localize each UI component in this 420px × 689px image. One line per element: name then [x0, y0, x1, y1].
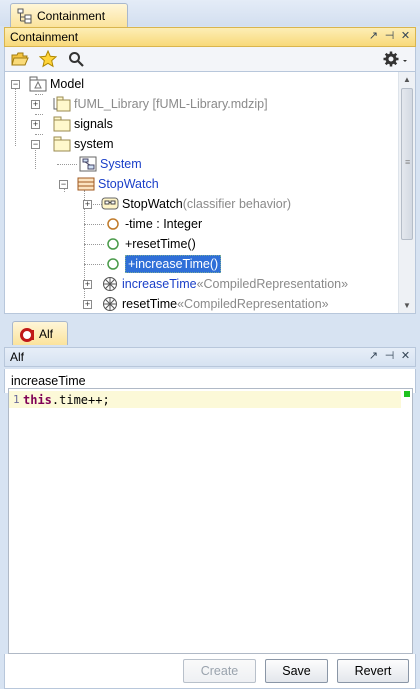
activity-icon: [101, 296, 119, 312]
grip-icon: ≡: [405, 157, 411, 167]
tree-item-stopwatch-behavior[interactable]: StopWatch (classifier behavior): [101, 194, 291, 214]
scroll-up-icon[interactable]: ▲: [403, 75, 411, 84]
collapse-toggle[interactable]: −: [11, 80, 20, 89]
close-icon[interactable]: ✕: [400, 349, 411, 363]
pin-icon[interactable]: ⊣: [384, 29, 395, 43]
close-icon[interactable]: ✕: [400, 29, 411, 43]
float-icon[interactable]: ↗: [368, 349, 379, 363]
tree-item-system[interactable]: system: [53, 134, 114, 154]
tree-item-signals[interactable]: signals: [53, 114, 113, 134]
tree-item-model[interactable]: Model: [29, 74, 84, 94]
tree-item-reset-time-activity[interactable]: resetTime «CompiledRepresentation»: [101, 294, 329, 313]
containment-toolbar: [4, 47, 416, 71]
activity-icon: [101, 276, 119, 292]
containment-panel-title-text: Containment: [10, 30, 79, 44]
revert-button[interactable]: Revert: [337, 659, 409, 683]
library-folder-icon: [53, 96, 71, 112]
tree-item-stopwatch-class[interactable]: StopWatch: [77, 174, 159, 194]
scroll-down-icon[interactable]: ▼: [403, 301, 411, 310]
create-button[interactable]: Create: [183, 659, 256, 683]
search-icon: [69, 52, 84, 67]
code-text: .time++;: [51, 392, 110, 407]
tree-item-system-diagram[interactable]: System: [79, 154, 142, 174]
collapse-toggle[interactable]: −: [31, 140, 40, 149]
alf-button-bar: Create Save Revert: [4, 654, 416, 689]
gear-icon: [383, 51, 407, 67]
public-operation-icon: [104, 256, 122, 272]
tree-item-increase-time-activity[interactable]: increaseTime «CompiledRepresentation»: [101, 274, 348, 294]
favorites-button[interactable]: [37, 49, 59, 69]
open-folder-icon: [11, 52, 29, 66]
search-button[interactable]: [65, 49, 87, 69]
alf-code-editor[interactable]: 1 this .time++;: [8, 388, 413, 654]
folder-icon: [53, 136, 71, 152]
alf-element-name: increaseTime: [11, 374, 86, 388]
options-button[interactable]: [383, 49, 409, 69]
public-operation-icon: [104, 236, 122, 252]
status-marker: [404, 391, 410, 397]
expand-toggle[interactable]: +: [83, 280, 92, 289]
tab-containment[interactable]: Containment: [10, 3, 128, 27]
class-icon: [77, 176, 95, 192]
containment-tree[interactable]: − Model + fUML_Library [fUML-Library.mdz…: [4, 71, 416, 314]
save-button[interactable]: Save: [265, 659, 328, 683]
alf-panel-title: Alf ↗ ⊣ ✕: [4, 347, 416, 367]
star-icon: [39, 50, 57, 68]
tab-containment-label: Containment: [37, 8, 106, 23]
tab-alf-label: Alf: [39, 326, 54, 341]
tree-item-increase-time-operation[interactable]: +increaseTime(): [104, 254, 222, 274]
alf-panel-title-text: Alf: [10, 350, 25, 364]
expand-toggle[interactable]: +: [31, 100, 40, 109]
private-attribute-icon: [104, 216, 122, 232]
float-icon[interactable]: ↗: [368, 29, 379, 43]
tree-scrollbar[interactable]: ▲ ≡ ▼: [398, 72, 415, 313]
tab-alf[interactable]: Alf: [12, 321, 68, 345]
diagram-icon: [79, 156, 97, 172]
tree-item-reset-time-operation[interactable]: +resetTime(): [104, 234, 196, 254]
state-machine-icon: [101, 196, 119, 212]
code-line[interactable]: 1 this .time++;: [9, 391, 401, 408]
collapse-toggle[interactable]: −: [59, 180, 68, 189]
open-folder-button[interactable]: [9, 49, 31, 69]
pin-icon[interactable]: ⊣: [384, 349, 395, 363]
expand-toggle[interactable]: +: [83, 200, 92, 209]
containment-tree-icon: [17, 8, 33, 24]
top-tab-strip: Containment: [0, 0, 420, 27]
expand-toggle[interactable]: +: [31, 120, 40, 129]
folder-icon: [53, 116, 71, 132]
line-number: 1: [13, 393, 20, 406]
tree-item-time-attribute[interactable]: -time : Integer: [104, 214, 202, 234]
containment-panel-title: Containment ↗ ⊣ ✕: [4, 27, 416, 47]
expand-toggle[interactable]: +: [83, 300, 92, 309]
alf-icon: [19, 326, 35, 342]
tree-item-fuml-library[interactable]: fUML_Library [fUML-Library.mdzip]: [53, 94, 268, 114]
code-keyword: this: [23, 392, 52, 407]
scrollbar-thumb[interactable]: ≡: [401, 88, 413, 240]
package-icon: [29, 76, 47, 92]
